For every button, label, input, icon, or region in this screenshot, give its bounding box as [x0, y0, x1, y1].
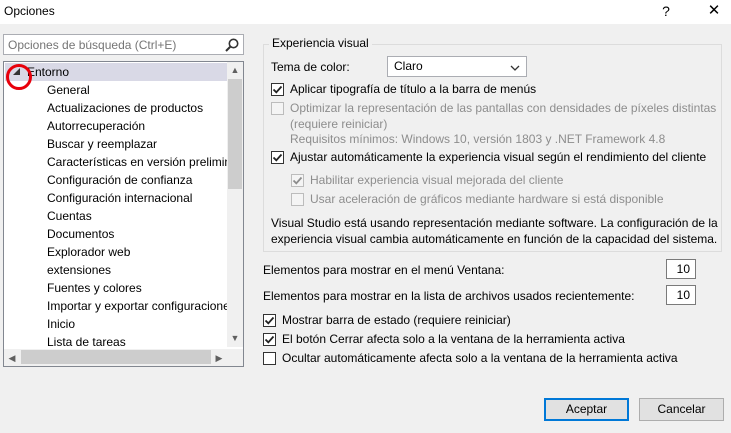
scroll-left-icon[interactable]: ◀	[4, 350, 20, 366]
checkbox-title-typography[interactable]	[271, 83, 284, 96]
tree-node[interactable]: Características en versión preliminar	[47, 153, 227, 171]
search-icon[interactable]	[224, 37, 240, 53]
tree-node[interactable]: extensiones	[47, 261, 111, 279]
window-title: Opciones	[4, 4, 55, 18]
options-tree: Entorno General Actualizaciones de produc…	[3, 61, 244, 367]
tree-node[interactable]: Autorrecuperación	[47, 117, 145, 135]
search-input[interactable]	[4, 35, 214, 54]
title-typography-label: Aplicar tipografía de título a la barra …	[290, 82, 537, 96]
info-text-line1: Visual Studio está usando representación…	[271, 216, 718, 230]
theme-value: Claro	[394, 59, 423, 73]
tree-node[interactable]: Buscar y reemplazar	[47, 135, 157, 153]
tree-node[interactable]: Configuración internacional	[47, 189, 192, 207]
theme-dropdown[interactable]: Claro	[387, 56, 527, 77]
vertical-scroll-thumb[interactable]	[228, 79, 242, 189]
tree-node[interactable]: General	[47, 81, 90, 99]
help-button[interactable]: ?	[648, 0, 684, 24]
tree-node[interactable]: Actualizaciones de productos	[47, 99, 203, 117]
tree-node[interactable]: Explorador web	[47, 243, 130, 261]
horizontal-scrollbar[interactable]: ◀ ▶	[4, 349, 227, 366]
ok-button[interactable]: Aceptar	[544, 398, 629, 421]
info-text-line2: experiencia visual cambia automáticament…	[271, 232, 718, 246]
group-title: Experiencia visual	[269, 36, 372, 50]
checkbox-hardware-acceleration[interactable]	[291, 193, 304, 206]
checkbox-close-button[interactable]	[263, 333, 276, 346]
horizontal-scroll-thumb[interactable]	[21, 350, 211, 364]
checkbox-enhanced-experience[interactable]	[291, 174, 304, 187]
cancel-button[interactable]: Cancelar	[639, 398, 724, 421]
checkbox-auto-adjust[interactable]	[271, 151, 284, 164]
checkmark-icon	[264, 316, 275, 325]
checkbox-autohide[interactable]	[263, 352, 276, 365]
tree-viewport: Entorno General Actualizaciones de produc…	[4, 62, 227, 347]
scroll-corner	[227, 349, 243, 366]
checkbox-optimize-rendering[interactable]	[271, 102, 284, 115]
scroll-right-icon[interactable]: ▶	[211, 350, 227, 366]
recent-files-label: Elementos para mostrar en la lista de ar…	[263, 289, 635, 303]
tree-node[interactable]: Fuentes y colores	[47, 279, 142, 297]
close-button[interactable]: ✕	[696, 0, 731, 24]
checkmark-icon	[272, 85, 283, 94]
checkmark-icon	[272, 153, 283, 162]
tree-node[interactable]: Lista de tareas	[47, 333, 126, 347]
options-search[interactable]	[3, 34, 244, 55]
autohide-label: Ocultar automáticamente afecta solo a la…	[282, 351, 678, 365]
tree-node-label: Entorno	[27, 65, 70, 79]
status-bar-label: Mostrar barra de estado (requiere reinic…	[282, 313, 511, 327]
window-menu-items-label: Elementos para mostrar en el menú Ventan…	[263, 263, 505, 277]
checkmark-icon	[264, 335, 275, 344]
tree-node-entorno[interactable]: Entorno	[5, 63, 227, 81]
scroll-down-icon[interactable]: ▼	[227, 330, 243, 346]
recent-files-input[interactable]: 10	[666, 285, 696, 305]
highlight-circle-annotation	[6, 64, 32, 90]
hardware-acceleration-label: Usar aceleración de gráficos mediante ha…	[310, 192, 664, 206]
tree-node[interactable]: Documentos	[47, 225, 114, 243]
optimize-label-line2: (requiere reiniciar)	[290, 117, 388, 131]
checkmark-icon	[292, 176, 303, 185]
tree-node[interactable]: Inicio	[47, 315, 75, 333]
tree-node[interactable]: Cuentas	[47, 207, 92, 225]
vertical-scrollbar[interactable]: ▲ ▼	[227, 62, 243, 347]
close-button-label: El botón Cerrar afecta solo a la ventana…	[282, 332, 625, 346]
tree-node[interactable]: Importar y exportar configuraciones	[47, 297, 227, 315]
window-menu-items-input[interactable]: 10	[666, 259, 696, 279]
checkbox-status-bar[interactable]	[263, 314, 276, 327]
optimize-label-line1: Optimizar la representación de las panta…	[290, 101, 717, 115]
tree-node[interactable]: Configuración de confianza	[47, 171, 192, 189]
enhanced-experience-label: Habilitar experiencia visual mejorada de…	[310, 173, 564, 187]
requirements-text: Requisitos mínimos: Windows 10, versión …	[290, 132, 666, 146]
scroll-up-icon[interactable]: ▲	[227, 62, 243, 78]
title-bar: Opciones ? ✕	[0, 0, 731, 24]
auto-adjust-label: Ajustar automáticamente la experiencia v…	[290, 150, 707, 164]
theme-label: Tema de color:	[271, 60, 350, 74]
chevron-down-icon	[510, 60, 520, 71]
